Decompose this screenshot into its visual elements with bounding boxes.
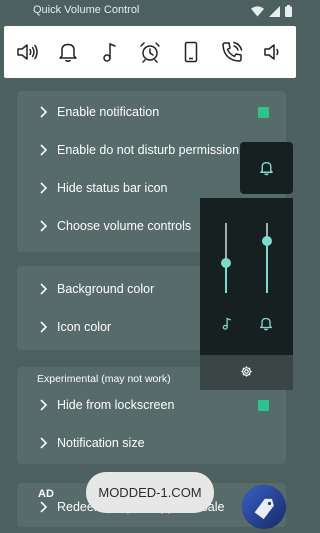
bell-icon[interactable] <box>258 315 274 332</box>
chevron-right-icon <box>40 321 48 333</box>
tag-icon <box>242 485 286 529</box>
chevron-right-icon <box>40 106 48 118</box>
chevron-right-icon <box>40 501 48 513</box>
signal-icon <box>269 4 280 22</box>
chevron-right-icon <box>40 437 48 449</box>
volume-stream-icon-strip <box>4 26 296 78</box>
bell-icon[interactable] <box>55 39 81 65</box>
toast-message: MODDED-1.COM <box>86 472 214 513</box>
music-volume-slider-thumb[interactable] <box>221 257 231 268</box>
background-color-label: Background color <box>57 282 155 296</box>
experimental-section-header: Experimental (may not work) <box>37 373 171 385</box>
hide-status-bar-icon-label: Hide status bar icon <box>57 181 168 195</box>
chevron-right-icon <box>40 144 48 156</box>
promo-fab[interactable] <box>242 485 286 529</box>
volume-popup-settings-button[interactable] <box>200 355 293 390</box>
volume-low-icon[interactable] <box>260 39 286 65</box>
notification-volume-slider-thumb[interactable] <box>262 235 272 246</box>
music-note-icon[interactable] <box>96 39 122 65</box>
phone-call-icon[interactable] <box>219 39 245 65</box>
status-icons <box>251 4 292 22</box>
notification-volume-popup-tab[interactable] <box>240 142 293 194</box>
volume-mixer-popup <box>200 198 293 355</box>
notification-size-label: Notification size <box>57 436 145 450</box>
icon-color-label: Icon color <box>57 320 112 334</box>
status-bar: Quick Volume Control <box>0 0 300 22</box>
bell-icon <box>260 161 273 176</box>
hide-from-lockscreen-checkbox[interactable] <box>258 400 269 411</box>
enable-notification-label: Enable notification <box>57 105 160 119</box>
volume-high-icon[interactable] <box>14 39 40 65</box>
status-bar-title: Quick Volume Control <box>33 4 140 16</box>
chevron-right-icon <box>40 283 48 295</box>
dnd-permission-label: Enable do not disturb permission <box>57 143 240 157</box>
chevron-right-icon <box>40 220 48 232</box>
music-note-icon[interactable] <box>219 315 234 332</box>
gear-icon <box>241 366 252 377</box>
hide-from-lockscreen-label: Hide from lockscreen <box>57 398 175 412</box>
phone-device-icon[interactable] <box>178 39 204 65</box>
alarm-clock-icon[interactable] <box>137 39 163 65</box>
choose-volume-controls-label: Choose volume controls <box>57 219 192 233</box>
notification-size-row[interactable]: Notification size <box>17 424 286 462</box>
enable-notification-checkbox[interactable] <box>258 107 269 118</box>
chevron-right-icon <box>40 182 48 194</box>
chevron-right-icon <box>40 399 48 411</box>
battery-icon <box>285 4 292 22</box>
ad-label: AD <box>38 488 54 500</box>
notification-volume-fill <box>266 240 268 293</box>
enable-notification-row[interactable]: Enable notification <box>17 93 286 131</box>
hide-from-lockscreen-row[interactable]: Hide from lockscreen <box>17 386 286 424</box>
wifi-icon <box>251 4 264 22</box>
toast-text: MODDED-1.COM <box>98 485 202 500</box>
